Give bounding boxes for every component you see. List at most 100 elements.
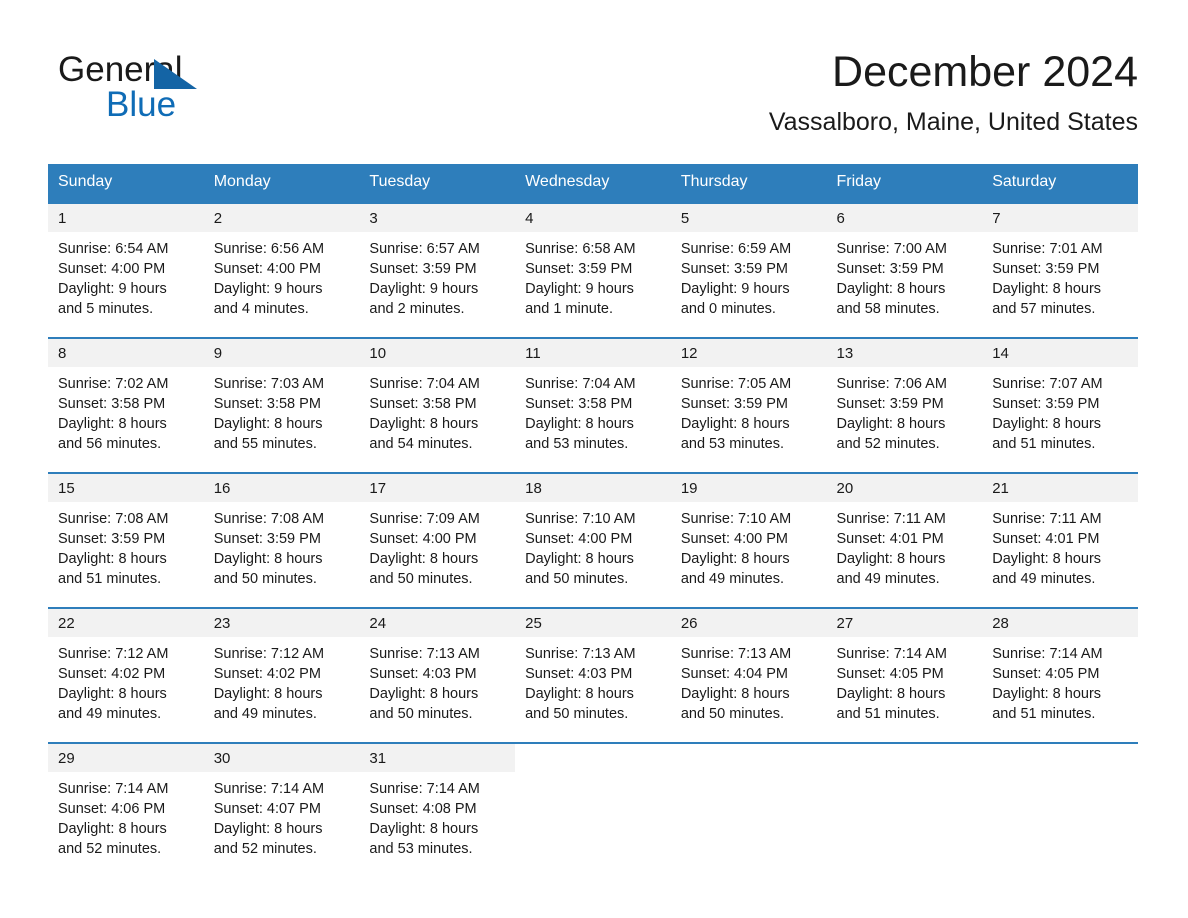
day-number: 19: [670, 473, 827, 502]
calendar-day-cell[interactable]: 9 Sunrise: 7:03 AM Sunset: 3:58 PM Daylight…: [203, 336, 360, 473]
day-details: Sunrise: 7:12 AM Sunset: 4:02 PM Daylight:…: [204, 637, 360, 724]
calendar-day-cell[interactable]: 29 Sunrise: 7:14 AM Sunset: 4:06 PM Dayligh…: [48, 741, 204, 877]
sunrise-time: Sunrise: 7:07 AM: [992, 375, 1103, 392]
calendar-day-cell[interactable]: 3 Sunrise: 6:57 AM Sunset: 3:59 PM Daylight…: [359, 201, 516, 338]
calendar-day-cell[interactable]: 21 Sunrise: 7:11 AM Sunset: 4:01 PM Dayligh…: [982, 471, 1138, 608]
day-number: 30: [203, 743, 360, 772]
calendar-day-cell[interactable]: 23 Sunrise: 7:12 AM Sunset: 4:02 PM Dayligh…: [203, 606, 360, 743]
daylight-duration-line-2: and 51 minutes.: [58, 570, 162, 587]
daylight-duration-line-2: and 4 minutes.: [213, 300, 309, 317]
calendar-day-cell[interactable]: 24 Sunrise: 7:13 AM Sunset: 4:03 PM Dayligh…: [359, 606, 516, 743]
calendar-week-row: 29 Sunrise: 7:14 AM Sunset: 4:06 PM Dayligh…: [48, 741, 1138, 877]
calendar-day-cell[interactable]: 26 Sunrise: 7:13 AM Sunset: 4:04 PM Dayligh…: [670, 606, 827, 743]
day-number: [515, 744, 671, 772]
calendar-day-cell[interactable]: 2 Sunrise: 6:56 AM Sunset: 4:00 PM Daylight…: [203, 201, 360, 338]
sunrise-time: Sunrise: 7:13 AM: [525, 645, 636, 662]
day-number: 1: [48, 203, 204, 232]
sunrise-time: Sunrise: 7:06 AM: [836, 375, 947, 392]
daylight-duration-line-2: and 52 minutes.: [836, 435, 940, 452]
day-details: Sunrise: 7:09 AM Sunset: 4:00 PM Daylight:…: [359, 502, 515, 589]
sunset-time: Sunset: 3:59 PM: [836, 395, 944, 412]
sunrise-time: Sunrise: 7:10 AM: [525, 510, 636, 527]
calendar-day-cell[interactable]: 6 Sunrise: 7:00 AM Sunset: 3:59 PM Daylight…: [826, 201, 983, 338]
sunset-time: Sunset: 3:59 PM: [992, 395, 1100, 412]
daylight-duration-line-2: and 50 minutes.: [525, 570, 629, 587]
sunrise-time: Sunrise: 7:10 AM: [680, 510, 792, 527]
calendar-day-cell[interactable]: 31 Sunrise: 7:14 AM Sunset: 4:08 PM Dayligh…: [359, 741, 516, 877]
daylight-duration-line-1: Daylight: 9 hours: [58, 280, 167, 297]
calendar-day-cell[interactable]: 30 Sunrise: 7:14 AM Sunset: 4:07 PM Dayligh…: [203, 741, 360, 877]
calendar-day-cell[interactable]: 17 Sunrise: 7:09 AM Sunset: 4:00 PM Dayligh…: [359, 471, 516, 608]
calendar-empty-cell: [982, 741, 1138, 877]
calendar-day-cell[interactable]: 27 Sunrise: 7:14 AM Sunset: 4:05 PM Dayligh…: [826, 606, 983, 743]
day-number: 2: [203, 203, 360, 232]
day-details: Sunrise: 6:59 AM Sunset: 3:59 PM Daylight:…: [671, 232, 827, 319]
calendar-day-cell[interactable]: 12 Sunrise: 7:05 AM Sunset: 3:59 PM Dayligh…: [670, 336, 827, 473]
calendar-day-cell[interactable]: 18 Sunrise: 7:10 AM Sunset: 4:00 PM Dayligh…: [515, 471, 671, 608]
calendar-day-cell[interactable]: 25 Sunrise: 7:13 AM Sunset: 4:03 PM Dayligh…: [515, 606, 671, 743]
weekday-header-monday: Monday: [203, 163, 360, 203]
calendar-day-cell[interactable]: 11 Sunrise: 7:04 AM Sunset: 3:58 PM Dayligh…: [515, 336, 671, 473]
day-number: 21: [982, 473, 1138, 502]
calendar-day-cell[interactable]: 16 Sunrise: 7:08 AM Sunset: 3:59 PM Dayligh…: [203, 471, 360, 608]
calendar-day-cell[interactable]: 28 Sunrise: 7:14 AM Sunset: 4:05 PM Dayligh…: [982, 606, 1138, 743]
calendar-day-cell[interactable]: 13 Sunrise: 7:06 AM Sunset: 3:59 PM Dayligh…: [826, 336, 983, 473]
calendar-day-cell[interactable]: 10 Sunrise: 7:04 AM Sunset: 3:58 PM Dayligh…: [359, 336, 516, 473]
calendar-day-cell[interactable]: 19 Sunrise: 7:10 AM Sunset: 4:00 PM Dayligh…: [670, 471, 827, 608]
sunrise-time: Sunrise: 7:14 AM: [992, 645, 1103, 662]
daylight-duration-line-2: and 56 minutes.: [58, 435, 162, 452]
day-details: [982, 772, 1138, 779]
sunrise-time: Sunrise: 7:09 AM: [369, 510, 480, 527]
calendar-day-cell[interactable]: 8 Sunrise: 7:02 AM Sunset: 3:58 PM Daylight…: [48, 336, 204, 473]
daylight-duration-line-1: Daylight: 8 hours: [369, 820, 479, 837]
daylight-duration-line-2: and 57 minutes.: [992, 300, 1096, 317]
day-details: Sunrise: 7:10 AM Sunset: 4:00 PM Daylight:…: [515, 502, 671, 589]
daylight-duration-line-2: and 52 minutes.: [213, 840, 317, 857]
daylight-duration-line-2: and 0 minutes.: [680, 300, 776, 317]
weekday-header-tuesday: Tuesday: [359, 163, 516, 203]
sunset-time: Sunset: 4:01 PM: [992, 530, 1100, 547]
daylight-duration-line-1: Daylight: 9 hours: [369, 280, 479, 297]
calendar-day-cell[interactable]: 7 Sunrise: 7:01 AM Sunset: 3:59 PM Daylight…: [982, 201, 1138, 338]
daylight-duration-line-2: and 53 minutes.: [680, 435, 784, 452]
calendar-week-row: 8 Sunrise: 7:02 AM Sunset: 3:58 PM Daylight…: [48, 336, 1138, 473]
calendar-day-cell[interactable]: 20 Sunrise: 7:11 AM Sunset: 4:01 PM Dayligh…: [826, 471, 983, 608]
daylight-duration-line-2: and 52 minutes.: [58, 840, 162, 857]
day-number: 22: [48, 608, 204, 637]
sunset-time: Sunset: 4:03 PM: [369, 665, 477, 682]
calendar-day-cell[interactable]: 15 Sunrise: 7:08 AM Sunset: 3:59 PM Dayligh…: [48, 471, 204, 608]
sunrise-time: Sunrise: 7:14 AM: [836, 645, 947, 662]
daylight-duration-line-1: Daylight: 8 hours: [58, 415, 167, 432]
sunset-time: Sunset: 3:59 PM: [58, 530, 166, 547]
sunset-time: Sunset: 4:06 PM: [58, 800, 166, 817]
day-number: 10: [359, 338, 516, 367]
day-number: 28: [982, 608, 1138, 637]
sunset-time: Sunset: 3:58 PM: [213, 395, 321, 412]
sunset-time: Sunset: 3:59 PM: [369, 260, 477, 277]
page-header: General Blue December 2024 Vassalboro, M…: [0, 0, 1188, 137]
daylight-duration-line-1: Daylight: 8 hours: [213, 820, 323, 837]
sunrise-time: Sunrise: 7:03 AM: [213, 375, 325, 392]
daylight-duration-line-1: Daylight: 9 hours: [525, 280, 634, 297]
calendar-day-cell[interactable]: 14 Sunrise: 7:07 AM Sunset: 3:59 PM Dayligh…: [982, 336, 1138, 473]
calendar-day-cell[interactable]: 22 Sunrise: 7:12 AM Sunset: 4:02 PM Dayligh…: [48, 606, 204, 743]
daylight-duration-line-1: Daylight: 8 hours: [369, 550, 479, 567]
day-details: [515, 772, 671, 779]
day-details: Sunrise: 6:56 AM Sunset: 4:00 PM Daylight:…: [204, 232, 360, 319]
day-number: 23: [203, 608, 360, 637]
day-number: 15: [48, 473, 204, 502]
daylight-duration-line-1: Daylight: 8 hours: [525, 685, 634, 702]
daylight-duration-line-2: and 51 minutes.: [836, 705, 940, 722]
day-number: 12: [670, 338, 827, 367]
day-number: 26: [670, 608, 827, 637]
calendar-empty-cell: [670, 741, 827, 877]
day-details: Sunrise: 7:03 AM Sunset: 3:58 PM Daylight:…: [204, 367, 360, 454]
day-details: Sunrise: 7:14 AM Sunset: 4:07 PM Daylight:…: [204, 772, 360, 859]
calendar-day-cell[interactable]: 5 Sunrise: 6:59 AM Sunset: 3:59 PM Daylight…: [670, 201, 827, 338]
location-subtitle: Vassalboro, Maine, United States: [768, 108, 1138, 137]
day-details: Sunrise: 7:14 AM Sunset: 4:08 PM Daylight:…: [359, 772, 515, 859]
day-details: Sunrise: 7:10 AM Sunset: 4:00 PM Daylight:…: [671, 502, 827, 589]
calendar-day-cell[interactable]: 1 Sunrise: 6:54 AM Sunset: 4:00 PM Daylight…: [48, 201, 204, 338]
daylight-duration-line-1: Daylight: 8 hours: [58, 820, 167, 837]
calendar-day-cell[interactable]: 4 Sunrise: 6:58 AM Sunset: 3:59 PM Daylight…: [515, 201, 671, 338]
